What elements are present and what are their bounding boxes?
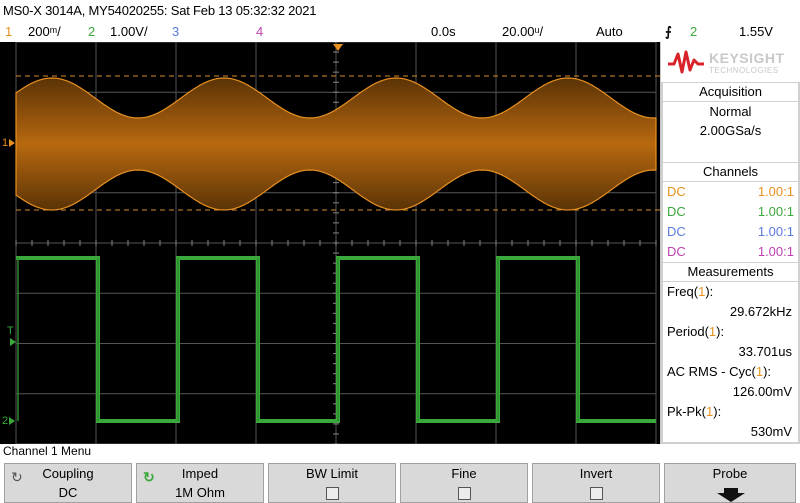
waveform-display[interactable]: 1 T 2 (0, 42, 660, 444)
keysight-wave-icon (668, 50, 704, 74)
pkpk-value: 530mV (750, 424, 792, 439)
channel-coupling: DC (667, 224, 686, 239)
softkey-label: Coupling (42, 466, 94, 481)
channel-row: DC 1.00:1 (665, 183, 794, 201)
acquisition-body: Normal 2.00GSa/s (663, 102, 798, 162)
checkbox-icon[interactable] (458, 487, 471, 500)
trigger-position-marker[interactable] (333, 44, 343, 51)
channel-probe: 1.00:1 (757, 204, 794, 219)
measurements-header[interactable]: Measurements (663, 263, 798, 281)
trigger-level[interactable]: 1.55V (739, 24, 773, 39)
channel-coupling: DC (667, 184, 686, 199)
ch1-number[interactable]: 1 (5, 24, 12, 39)
measurements-body: Freq(1): 29.672kHz Period(1): 33.701us A… (663, 282, 798, 442)
trigger-edge-icon: ⨍ (665, 24, 672, 39)
softkey-probe[interactable]: Probe (664, 463, 796, 503)
pkpk-label-line: Pk-Pk(1): (667, 404, 722, 419)
channel-probe: 1.00:1 (757, 224, 794, 239)
channel-row: DC 1.00:1 (665, 223, 794, 241)
softkey-invert[interactable]: Invert (532, 463, 660, 503)
ch2-square-wave (16, 256, 656, 423)
ch1-ground-arrow (9, 139, 15, 147)
softkey-fine[interactable]: Fine (400, 463, 528, 503)
freq-value: 29.672kHz (729, 304, 792, 319)
status-bar: 1 200ᵐ/ 2 1.00V/ 3 4 0.0s 20.00ᵘ/ Auto ⨍… (0, 21, 800, 42)
submenu-arrow-icon (717, 488, 745, 502)
title-bar: MS0-X 3014A, MY54020255: Sat Feb 13 05:3… (0, 0, 800, 21)
channel-probe: 1.00:1 (757, 184, 794, 199)
ch1-scale[interactable]: 200ᵐ/ (28, 24, 61, 39)
softkey-label: Imped (181, 466, 219, 481)
time-offset[interactable]: 0.0s (431, 24, 456, 39)
trigger-level-arrow (10, 338, 16, 346)
ch2-ground-marker[interactable]: 2 (2, 415, 8, 427)
window-title: MS0-X 3014A, MY54020255: Sat Feb 13 05:3… (3, 3, 317, 18)
menu-title-bar: Channel 1 Menu (0, 444, 800, 459)
channel-probe: 1.00:1 (757, 244, 794, 259)
acquisition-header[interactable]: Acquisition (663, 83, 798, 101)
softkey-imped[interactable]: ↻ Imped 1M Ohm (136, 463, 264, 503)
logo-sub: TECHNOLOGIES (709, 66, 779, 75)
ch3-number[interactable]: 3 (172, 24, 179, 39)
softkey-label: Invert (579, 466, 613, 481)
softkey-value: 1M Ohm (175, 485, 225, 500)
ch2-ground-arrow (9, 417, 15, 425)
period-label-line: Period(1): (667, 324, 725, 339)
acquisition-rate: 2.00GSa/s (699, 123, 762, 138)
channels-body: DC 1.00:1 DC 1.00:1 DC 1.00:1 DC 1.00:1 (663, 182, 798, 262)
checkbox-icon[interactable] (326, 487, 339, 500)
acrms-label-line: AC RMS - Cyc(1): (667, 364, 772, 379)
channels-header[interactable]: Channels (663, 163, 798, 181)
acquisition-mode: Normal (709, 104, 752, 119)
channel-row: DC 1.00:1 (665, 243, 794, 261)
channel-coupling: DC (667, 244, 686, 259)
waveform-graticule: 1 T 2 (2, 42, 660, 444)
ch1-ground-marker[interactable]: 1 (2, 137, 8, 149)
ch2-number[interactable]: 2 (88, 24, 95, 39)
trigger-mode[interactable]: Auto (596, 24, 623, 39)
softkey-label: BW Limit (306, 466, 358, 481)
softkey-bw-limit[interactable]: BW Limit (268, 463, 396, 503)
channel-coupling: DC (667, 204, 686, 219)
softkey-bar: ↻ Coupling DC ↻ Imped 1M Ohm BW Limit Fi… (0, 459, 800, 503)
info-panel: KEYSIGHT TECHNOLOGIES Acquisition Normal… (661, 42, 800, 444)
time-scale[interactable]: 20.00ᵘ/ (502, 24, 543, 39)
keysight-logo: KEYSIGHT TECHNOLOGIES (661, 42, 800, 82)
trigger-source[interactable]: 2 (690, 24, 697, 39)
ch2-scale[interactable]: 1.00V/ (110, 24, 148, 39)
trigger-level-marker[interactable]: T (7, 325, 14, 337)
logo-name: KEYSIGHT (709, 50, 785, 66)
ch4-number[interactable]: 4 (256, 24, 263, 39)
softkey-label: Probe (712, 466, 748, 481)
ch2-square-wave-edges (17, 258, 579, 421)
acrms-value: 126.00mV (732, 384, 792, 399)
softkey-coupling[interactable]: ↻ Coupling DC (4, 463, 132, 503)
menu-title: Channel 1 Menu (3, 444, 92, 458)
period-value: 33.701us (738, 344, 793, 359)
softkey-value: DC (58, 485, 78, 500)
channel-row: DC 1.00:1 (665, 203, 794, 221)
softkey-label: Fine (451, 466, 477, 481)
checkbox-icon[interactable] (590, 487, 603, 500)
freq-label-line: Freq(1): (667, 284, 714, 299)
